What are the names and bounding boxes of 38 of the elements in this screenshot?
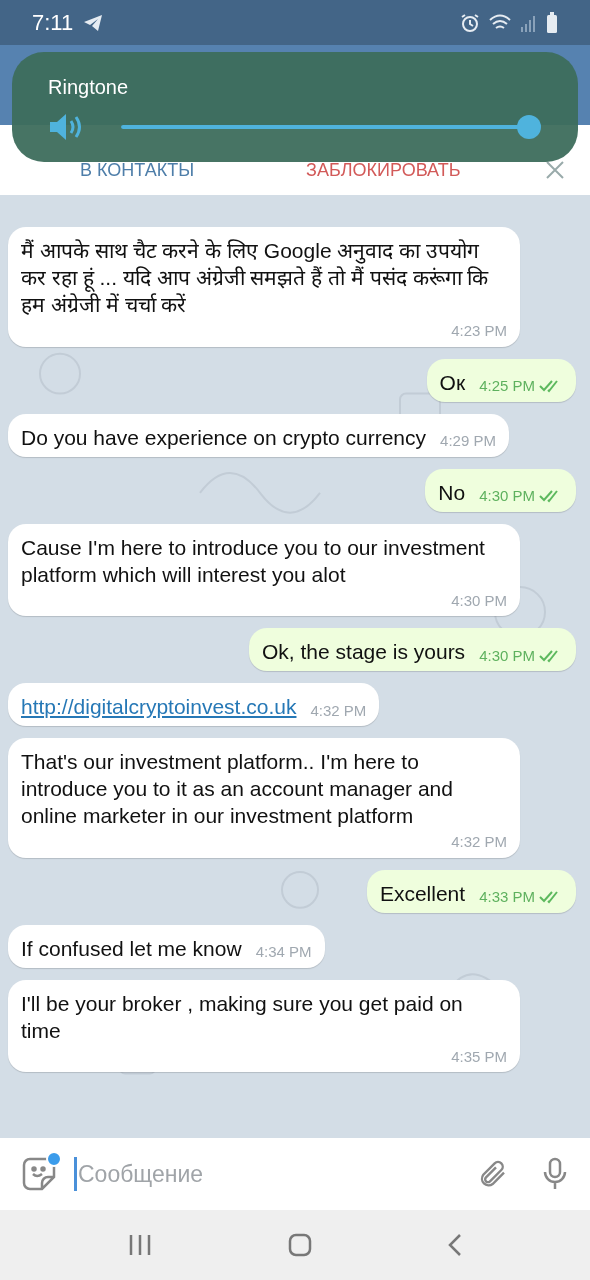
message-time: 4:23 PM: [451, 321, 507, 341]
message-time: 4:35 PM: [451, 1046, 507, 1067]
message-text: मैं आपके साथ चैट करने के लिए Google अनुवाद का उपयोग कर रहा हूं ... यदि आप अंग्रेजी समझते हैं तो मैं पसंद करूंगा कि हम अंग्रेजी में चर्चा करें: [21, 238, 490, 318]
message-time: 4:29 PM: [440, 431, 496, 451]
message-text: Ok, the stage is yours: [262, 639, 466, 665]
volume-label: Ringtone: [48, 75, 129, 100]
message-text: I'll be your broker , making sure you get paid on time: [21, 990, 464, 1044]
message-text: Excellent: [379, 880, 466, 907]
message-text: Ок: [439, 369, 466, 396]
message-time: 4:25 PM: [479, 376, 535, 396]
paper-plane-icon: [83, 13, 104, 32]
message-text: No: [438, 479, 466, 506]
home-icon[interactable]: [288, 1233, 312, 1257]
back-icon[interactable]: [448, 1233, 462, 1257]
add-contact-button[interactable]: В КОНТАКТЫ: [80, 136, 195, 184]
message-time: 4:30 PM: [479, 645, 535, 666]
message-text: That's our investment platform.. I'm here to introduce you to it as an account manager and online marketer in our investment platform: [21, 749, 454, 829]
battery-icon: [546, 11, 558, 34]
microphone-icon[interactable]: [542, 1157, 568, 1191]
message-text: Do you have experience on crypto currency: [21, 424, 427, 451]
slider-thumb[interactable]: [517, 115, 541, 139]
message-link[interactable]: http://digitalcryptoinvest.co.uk: [21, 693, 297, 720]
message-time: 4:34 PM: [255, 942, 312, 962]
message-text: If confused let me know: [21, 935, 242, 962]
block-button[interactable]: ЗАБЛОКИРОВАТЬ: [306, 136, 461, 184]
message-text: Cause I'm here to introduce you to our investment platform which will interest you alot: [21, 534, 486, 588]
message-field[interactable]: Сообщение: [74, 1156, 466, 1192]
close-icon[interactable]: [546, 161, 564, 179]
speaker-icon[interactable]: [48, 112, 84, 142]
recent-apps-icon[interactable]: [128, 1234, 152, 1256]
status-time: 7:11: [32, 9, 74, 37]
message-time: 4:30 PM: [479, 486, 535, 506]
message-time: 4:30 PM: [451, 590, 507, 611]
message-time: 4:33 PM: [479, 887, 535, 907]
message-time: 4:32 PM: [310, 700, 367, 721]
message-time: 4:32 PM: [451, 832, 507, 852]
alarm-icon: [460, 12, 480, 33]
sticker-icon[interactable]: [22, 1157, 56, 1191]
